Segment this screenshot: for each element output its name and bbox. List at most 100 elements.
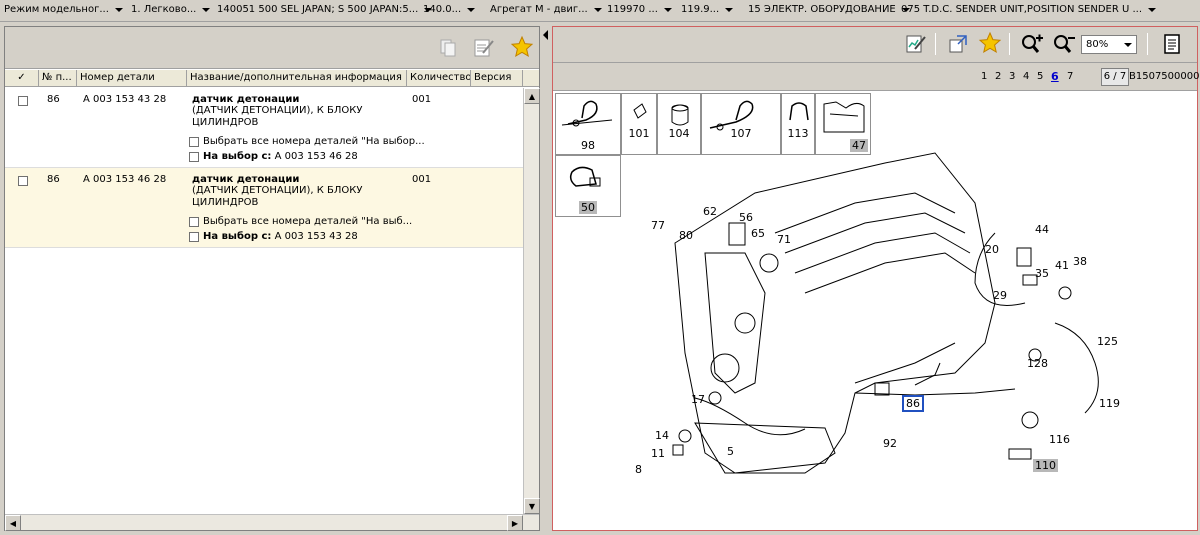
page-link[interactable]: 1 (981, 71, 987, 82)
part-label[interactable]: 71 (777, 233, 791, 246)
page-link-current[interactable]: 6 (1051, 70, 1059, 83)
header-position[interactable]: № п... (39, 70, 77, 87)
header-part-number[interactable]: Номер детали (77, 70, 187, 87)
part-label[interactable]: 80 (679, 229, 693, 242)
row-position: 86 (47, 174, 60, 185)
row-checkbox[interactable] (18, 96, 28, 106)
part-label[interactable]: 5 (727, 445, 734, 458)
table-row[interactable]: 86 A 003 153 43 28 датчик детонации (ДАТ… (5, 88, 523, 168)
scroll-up-button[interactable]: ▲ (524, 88, 540, 104)
favorite-button[interactable] (509, 34, 535, 60)
part-label[interactable]: 38 (1073, 255, 1087, 268)
breadcrumb-item[interactable]: 140051 500 SEL JAPAN; S 500 JAPAN:5... (217, 4, 433, 15)
collapse-left-icon[interactable] (543, 30, 548, 40)
zoom-in-button[interactable] (1019, 31, 1045, 57)
breadcrumb-item[interactable]: 075 T.D.C. SENDER UNIT,POSITION SENDER U… (901, 4, 1157, 15)
document-button[interactable] (1159, 31, 1185, 57)
document-icon (1164, 34, 1180, 54)
part-label[interactable]: 56 (739, 211, 753, 224)
part-label[interactable]: 65 (751, 227, 765, 240)
edit-notes-icon (474, 39, 494, 57)
breadcrumb-item[interactable]: Агрегат M - двиг... (490, 4, 602, 15)
table-header: ✓ № п... Номер детали Название/дополните… (5, 70, 539, 87)
parts-list-panel: ✓ № п... Номер детали Название/дополните… (4, 26, 540, 531)
right-toolbar: 80% (553, 27, 1197, 63)
option-checkbox[interactable] (189, 151, 199, 162)
parts-diagram: 98 101 104 107 113 47 50 77 80 62 56 65 … (555, 93, 1195, 529)
part-label[interactable]: 17 (691, 393, 705, 406)
part-label[interactable]: 29 (993, 289, 1007, 302)
row-part-number: A 003 153 43 28 (83, 94, 167, 105)
fit-view-icon (949, 35, 967, 53)
copy-button[interactable] (435, 35, 461, 61)
breadcrumb: Режим модельног... 1. Легково... 140051 … (0, 0, 1200, 22)
toolbar-separator (1147, 33, 1148, 55)
notes-button[interactable] (903, 31, 929, 57)
option-checkbox[interactable] (189, 216, 199, 227)
row-position: 86 (47, 94, 60, 105)
star-icon (978, 31, 1002, 54)
part-label[interactable]: 125 (1097, 335, 1118, 348)
part-label[interactable]: 44 (1035, 223, 1049, 236)
part-label[interactable]: 77 (651, 219, 665, 232)
row-checkbox[interactable] (18, 176, 28, 186)
part-name: датчик детонации (192, 94, 300, 105)
part-label[interactable]: 20 (985, 243, 999, 256)
horizontal-scrollbar[interactable]: ◀ ▶ (5, 514, 539, 531)
scroll-down-button[interactable]: ▼ (524, 498, 540, 514)
header-version[interactable]: Версия (471, 70, 523, 87)
engine-drawing (672, 152, 1099, 474)
select-all-option[interactable]: Выбрать все номера деталей "На выб... (189, 216, 412, 227)
row-part-number: A 003 153 46 28 (83, 174, 167, 185)
scroll-right-button[interactable]: ▶ (507, 515, 523, 531)
chevron-down-icon (1148, 7, 1157, 12)
part-label[interactable]: 119 (1099, 397, 1120, 410)
breadcrumb-item[interactable]: 1. Легково... (131, 4, 211, 15)
left-toolbar (5, 27, 539, 69)
breadcrumb-item[interactable]: Режим модельног... (4, 4, 123, 15)
diagram-panel: 80% 1 2 3 4 5 6 7 6 / 7 B15075000006 98 … (552, 26, 1200, 531)
table-row[interactable]: 86 A 003 153 46 28 датчик детонации (ДАТ… (5, 168, 523, 248)
page-link[interactable]: 7 (1067, 71, 1073, 82)
part-label[interactable]: 116 (1049, 433, 1070, 446)
page-link[interactable]: 4 (1023, 71, 1029, 82)
alternative-option[interactable]: На выбор с: A 003 153 43 28 (189, 231, 358, 242)
breadcrumb-item[interactable]: 15 ЭЛЕКТР. ОБОРУДОВАНИЕ (748, 4, 910, 15)
part-label[interactable]: 11 (651, 447, 665, 460)
breadcrumb-item[interactable]: 119.9... (681, 4, 734, 15)
chevron-down-icon (725, 7, 734, 12)
page-link[interactable]: 2 (995, 71, 1001, 82)
zoom-out-button[interactable] (1051, 31, 1077, 57)
header-name[interactable]: Название/дополнительная информация (187, 70, 407, 87)
zoom-select[interactable]: 80% (1081, 35, 1137, 54)
alternative-option[interactable]: На выбор с: A 003 153 46 28 (189, 151, 358, 162)
part-label[interactable]: 62 (703, 205, 717, 218)
scroll-left-button[interactable]: ◀ (5, 515, 21, 531)
part-label-highlighted[interactable]: 86 (902, 395, 924, 412)
edit-notes-button[interactable] (471, 35, 497, 61)
header-check[interactable]: ✓ (5, 70, 39, 87)
part-label[interactable]: 41 (1055, 259, 1069, 272)
page-link[interactable]: 3 (1009, 71, 1015, 82)
part-label[interactable]: 8 (635, 463, 642, 476)
part-label[interactable]: 14 (655, 429, 669, 442)
zoom-out-icon (1054, 35, 1075, 53)
option-checkbox[interactable] (189, 231, 199, 242)
header-quantity[interactable]: Количество (407, 70, 471, 87)
part-label[interactable]: 92 (883, 437, 897, 450)
panel-splitter[interactable] (542, 26, 550, 531)
chevron-down-icon (1124, 43, 1132, 47)
part-label[interactable]: 110 (1033, 459, 1058, 472)
fit-view-button[interactable] (945, 31, 971, 57)
row-name: датчик детонации (ДАТЧИК ДЕТОНАЦИИ), К Б… (192, 94, 402, 129)
breadcrumb-item[interactable]: 140.0... (423, 4, 476, 15)
part-label[interactable]: 128 (1027, 357, 1048, 370)
row-quantity: 001 (412, 94, 432, 105)
favorite-button[interactable] (977, 30, 1003, 56)
breadcrumb-item[interactable]: 119970 ... (607, 4, 672, 15)
page-link[interactable]: 5 (1037, 71, 1043, 82)
option-checkbox[interactable] (189, 136, 199, 147)
part-label[interactable]: 35 (1035, 267, 1049, 280)
select-all-option[interactable]: Выбрать все номера деталей "На выбор... (189, 136, 425, 147)
vertical-scrollbar[interactable]: ▲ ▼ (523, 88, 540, 514)
